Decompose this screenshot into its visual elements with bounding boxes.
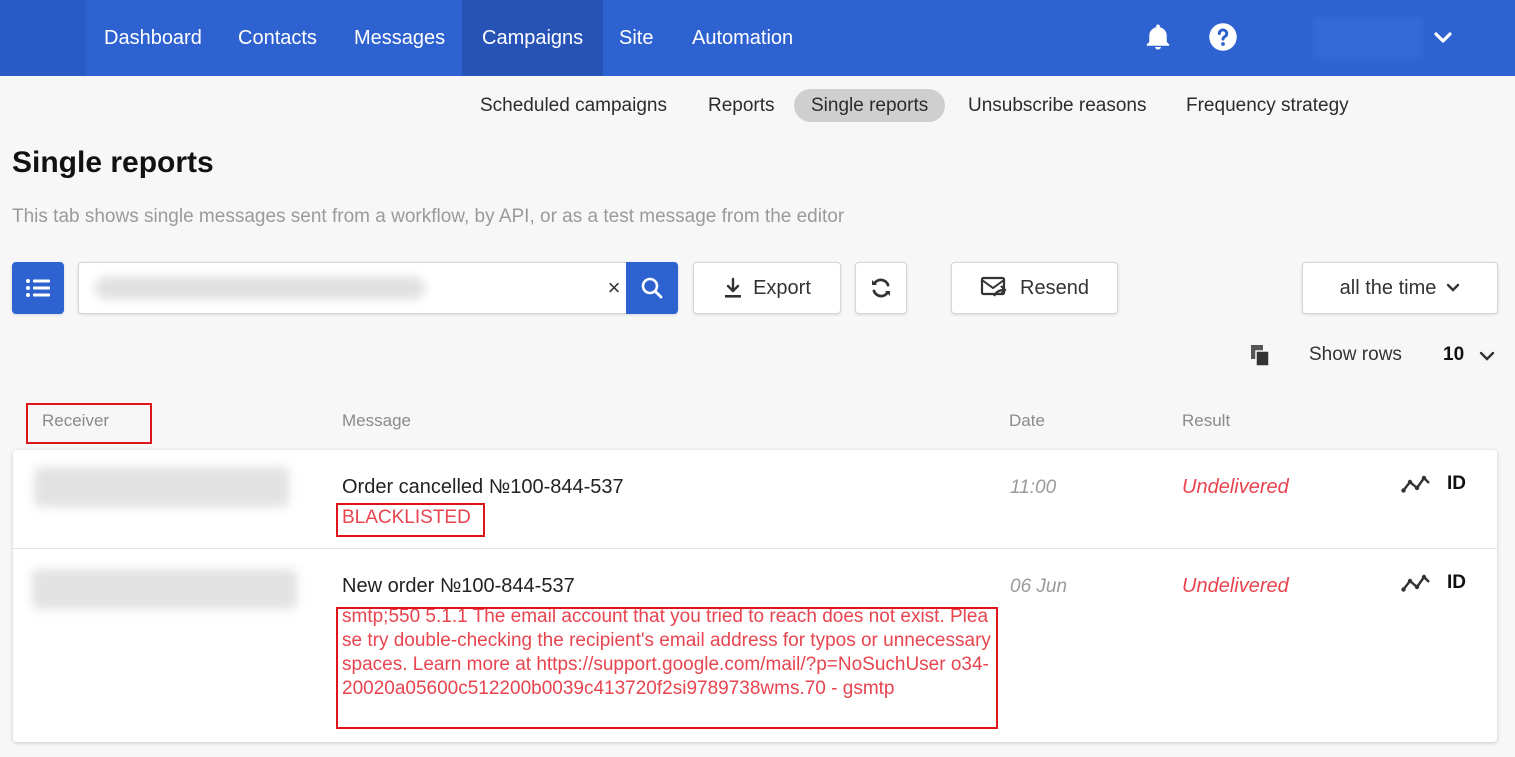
top-navbar: Dashboard Contacts Messages Campaigns Si…: [0, 0, 1515, 76]
chevron-down-icon: [1447, 283, 1460, 292]
show-rows-label: Show rows: [1309, 344, 1402, 365]
header-message[interactable]: Message: [342, 411, 411, 431]
header-result[interactable]: Result: [1182, 411, 1230, 431]
row-date: 11:00: [1010, 477, 1057, 498]
period-select[interactable]: all the time: [1302, 262, 1498, 314]
chevron-down-icon[interactable]: [1479, 350, 1495, 362]
row-result: Undelivered: [1182, 575, 1289, 597]
download-icon: [725, 277, 742, 298]
export-label: Export: [753, 276, 811, 299]
refresh-icon: [872, 278, 890, 298]
bell-icon[interactable]: [1143, 22, 1173, 52]
nav-contacts[interactable]: Contacts: [238, 0, 317, 76]
nav-campaigns[interactable]: Campaigns: [462, 0, 604, 76]
row-result: Undelivered: [1182, 476, 1289, 498]
chevron-down-icon[interactable]: [1430, 26, 1456, 50]
tab-scheduled-campaigns[interactable]: Scheduled campaigns: [480, 89, 667, 122]
stats-icon[interactable]: [1401, 474, 1431, 494]
clear-search-button[interactable]: ×: [599, 263, 629, 313]
tab-frequency-strategy[interactable]: Frequency strategy: [1186, 89, 1349, 122]
page-title: Single reports: [12, 146, 214, 179]
help-icon[interactable]: [1208, 22, 1238, 52]
list-icon: [26, 279, 50, 297]
resend-icon: [980, 276, 1007, 297]
nav-automation[interactable]: Automation: [692, 0, 793, 76]
highlight-box: [336, 607, 998, 729]
row-message-title[interactable]: Order cancelled №100-844-537: [342, 476, 624, 499]
nav-dashboard[interactable]: Dashboard: [104, 0, 202, 76]
search-input[interactable]: [79, 263, 599, 313]
page-description: This tab shows single messages sent from…: [12, 206, 845, 227]
header-date[interactable]: Date: [1009, 411, 1045, 431]
resend-button[interactable]: Resend: [951, 262, 1118, 314]
tab-single-reports[interactable]: Single reports: [794, 89, 946, 122]
nav-messages[interactable]: Messages: [354, 0, 445, 76]
resend-label: Resend: [1020, 276, 1089, 299]
list-view-button[interactable]: [12, 262, 64, 314]
search-box: ×: [78, 262, 678, 314]
receiver-redacted: [34, 467, 289, 507]
receiver-redacted: [32, 569, 297, 609]
export-button[interactable]: Export: [693, 262, 841, 314]
tab-reports[interactable]: Reports: [708, 89, 775, 122]
nav-site[interactable]: Site: [619, 0, 653, 76]
logo[interactable]: [0, 0, 86, 76]
highlight-box: [26, 403, 152, 444]
rows-count-select[interactable]: 10: [1443, 344, 1464, 366]
row-date: 06 Jun: [1010, 576, 1068, 597]
row-id-button[interactable]: ID: [1447, 473, 1466, 495]
search-button[interactable]: [626, 262, 678, 314]
row-divider: [13, 548, 1497, 549]
refresh-button[interactable]: [855, 262, 907, 314]
period-value: all the time: [1339, 276, 1437, 299]
stats-icon[interactable]: [1401, 573, 1431, 593]
tab-unsubscribe-reasons[interactable]: Unsubscribe reasons: [968, 89, 1146, 122]
row-id-button[interactable]: ID: [1447, 572, 1466, 594]
highlight-box: [336, 503, 485, 537]
search-icon: [641, 277, 663, 299]
copy-icon[interactable]: [1248, 344, 1272, 368]
row-message-title[interactable]: New order №100-844-537: [342, 575, 575, 598]
account-name[interactable]: [1312, 16, 1424, 60]
